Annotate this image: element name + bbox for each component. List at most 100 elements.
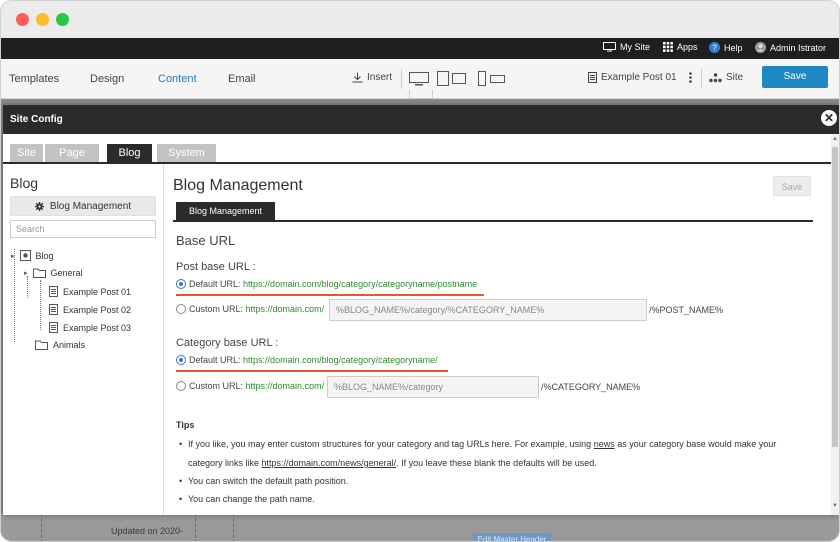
tab-site[interactable]: Site (10, 144, 43, 163)
admin-topbar: My Site Apps ? Help Admin Istrator (1, 38, 839, 59)
tree-node-animals[interactable]: Animals (35, 340, 85, 350)
section-title: Base URL (176, 233, 236, 248)
canvas-updated-text: Updated on 2020- (111, 526, 184, 536)
tree-node-general[interactable]: ▸ General (24, 268, 83, 278)
tree-label-blog: Blog (35, 250, 54, 261)
tip-text: as your category base would make your (614, 439, 777, 449)
post-custom-url-field[interactable]: %BLOG_NAME%/category/%CATEGORY_NAME% (329, 299, 647, 321)
edit-master-header-button[interactable]: Edit Master Header (473, 533, 551, 541)
radio-button[interactable] (176, 381, 186, 391)
tab-system[interactable]: System (157, 144, 216, 163)
blog-sidebar: Blog Blog Management Search ▸ Blog ▸ Gen… (3, 164, 164, 515)
my-site-link[interactable]: My Site (603, 42, 650, 52)
minimize-window-button[interactable] (36, 13, 49, 26)
site-menu[interactable]: Site (709, 72, 743, 83)
tab-content[interactable]: Content (158, 73, 197, 85)
category-custom-url-suffix: /%CATEGORY_NAME% (541, 382, 641, 392)
tree-line (40, 280, 41, 330)
help-label: Help (724, 42, 743, 53)
sitemap-icon (709, 72, 722, 82)
tab-templates[interactable]: Templates (9, 73, 59, 85)
insert-button[interactable]: Insert (352, 72, 392, 83)
user-menu[interactable]: Admin Istrator (755, 42, 826, 53)
post-default-url-option[interactable]: Default URL: https://domain.com/blog/cat… (176, 279, 477, 289)
tree-node-post-02[interactable]: Example Post 02 (49, 304, 131, 315)
blog-management-button[interactable]: Blog Management (10, 196, 156, 216)
tree-node-post-03[interactable]: Example Post 03 (49, 322, 131, 333)
category-custom-url-field[interactable]: %BLOG_NAME%/category (327, 376, 539, 398)
default-url-value: https://domain.com/blog/category/categor… (243, 355, 438, 365)
tip-link-example[interactable]: https://domain.com/news/general/ (262, 458, 397, 468)
document-icon (49, 322, 58, 333)
help-icon: ? (709, 42, 720, 53)
close-window-button[interactable] (16, 13, 29, 26)
collapse-toolbar-handle[interactable] (409, 90, 433, 99)
subtab-blog-management[interactable]: Blog Management (176, 202, 275, 220)
toolbar-divider (701, 69, 702, 89)
scrollbar-thumb[interactable] (832, 147, 838, 447)
grid-icon (663, 42, 673, 52)
save-button[interactable]: Save (762, 66, 828, 88)
radio-button[interactable] (176, 279, 186, 289)
scroll-down-icon[interactable]: ▼ (832, 503, 838, 509)
folder-icon (32, 268, 46, 278)
tab-design[interactable]: Design (90, 73, 124, 85)
avatar-icon (755, 42, 766, 53)
tree-label-animals: Animals (53, 340, 86, 350)
tip-text: category links like (188, 458, 262, 468)
insert-icon (352, 72, 363, 83)
config-tabs: Site Page Blog System (3, 134, 831, 163)
tip-item: You can change the path name. (179, 494, 808, 504)
blog-management-label: Blog Management (49, 200, 132, 212)
help-link[interactable]: ? Help (709, 42, 743, 53)
default-url-label: Default URL: (189, 355, 241, 365)
desktop-view-icon[interactable] (409, 72, 429, 86)
document-icon (49, 286, 58, 297)
dialog-title: Site Config (10, 114, 63, 125)
document-icon (49, 304, 58, 315)
tip-item: If you like, you may enter custom struct… (179, 439, 808, 449)
user-name: Admin Istrator (770, 42, 827, 53)
browser-window: My Site Apps ? Help Admin Istrator Templ… (0, 0, 840, 542)
canvas-guide-line (41, 513, 42, 541)
tab-blog[interactable]: Blog (107, 144, 152, 163)
tip-text: If you like, you may enter custom struct… (188, 439, 594, 449)
custom-url-label: Custom URL: (189, 304, 244, 314)
radio-button[interactable] (176, 355, 186, 365)
sidebar-title: Blog (10, 175, 39, 191)
tablet-view-icon[interactable] (437, 71, 467, 86)
tab-page[interactable]: Page (45, 144, 99, 163)
highlight-underline (176, 370, 448, 372)
category-custom-url-option[interactable]: Custom URL: https://domain.com/ (176, 381, 324, 391)
apps-label: Apps (677, 42, 698, 52)
monitor-icon (603, 42, 616, 52)
more-options-icon[interactable] (689, 72, 692, 83)
default-url-label: Default URL: (189, 279, 241, 289)
page-selector[interactable]: Example Post 01 (588, 72, 677, 83)
apps-link[interactable]: Apps (663, 42, 698, 52)
tree-label-post: Example Post 02 (63, 304, 132, 315)
post-custom-url-option[interactable]: Custom URL: https://domain.com/ (176, 304, 324, 314)
category-default-url-option[interactable]: Default URL: https://domain.com/blog/cat… (176, 355, 438, 365)
search-input[interactable]: Search (10, 220, 156, 238)
site-config-dialog: Site Config ✕ Site Page Blog System ▲ ▼ … (3, 105, 839, 515)
panel-save-button[interactable]: Save (773, 176, 811, 196)
page-icon (588, 72, 597, 83)
tree-node-post-01[interactable]: Example Post 01 (49, 286, 131, 297)
scroll-up-icon[interactable]: ▲ (832, 136, 838, 142)
tip-link-news[interactable]: news (594, 439, 615, 449)
tree-node-blog[interactable]: ▸ Blog (11, 250, 54, 261)
tree-label-post: Example Post 01 (63, 286, 132, 297)
tip-item: You can switch the default path position… (179, 476, 808, 486)
insert-label: Insert (367, 72, 393, 83)
close-icon[interactable]: ✕ (821, 110, 837, 126)
custom-url-label: Custom URL: (189, 381, 244, 391)
custom-url-prefix: https://domain.com/ (245, 381, 325, 391)
tab-email[interactable]: Email (228, 73, 256, 85)
blog-node-icon (19, 250, 31, 261)
blog-management-panel: Blog Management Save Blog Management Bas… (173, 164, 813, 515)
tree-label-post: Example Post 03 (63, 322, 132, 333)
phone-view-icon[interactable] (478, 71, 508, 86)
radio-button[interactable] (176, 304, 186, 314)
maximize-window-button[interactable] (56, 13, 69, 26)
